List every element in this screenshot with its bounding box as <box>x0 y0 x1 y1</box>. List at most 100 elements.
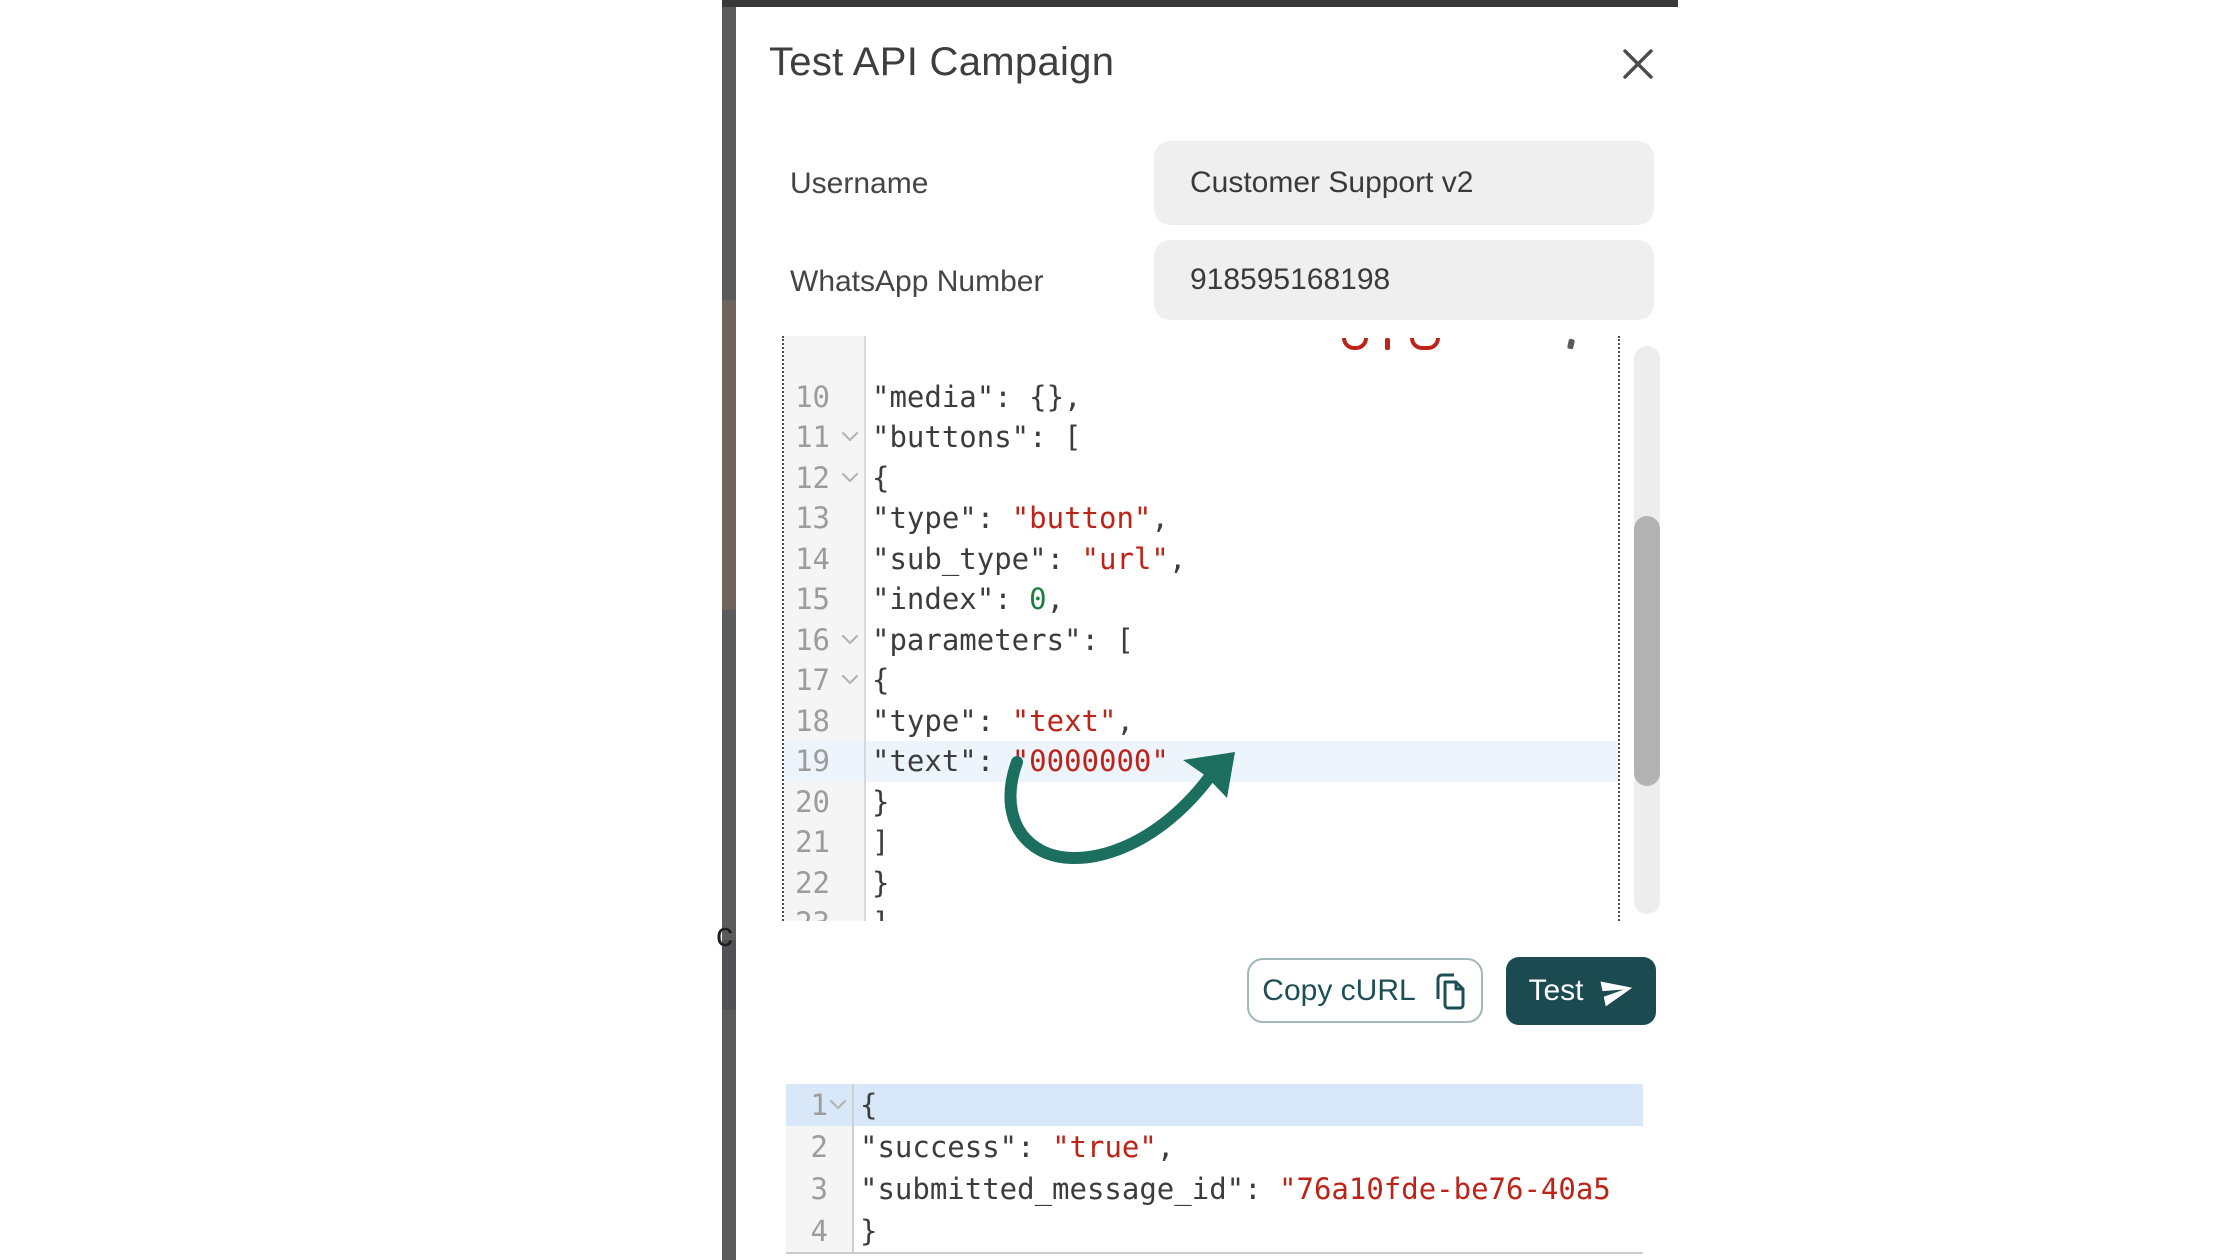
editor-right-border <box>1618 336 1620 921</box>
request-json-editor[interactable]: 10 "media": {}, 11 "buttons": [12 {13 "ty… <box>782 336 1668 921</box>
fold-chevron-icon[interactable] <box>840 472 860 484</box>
line-gutter: 20 <box>784 781 864 822</box>
code-text: "text": "0000000" <box>864 741 1618 782</box>
fold-chevron-icon[interactable] <box>840 634 860 646</box>
comma-mark <box>1567 338 1575 350</box>
clipped-code-fragments <box>864 336 1618 377</box>
line-number: 18 <box>795 703 830 738</box>
whatsapp-number-input[interactable] <box>1154 240 1654 320</box>
copy-curl-button[interactable]: Copy cURL <box>1247 958 1483 1023</box>
code-line: 18 "type": "text", <box>784 700 1618 741</box>
line-number: 14 <box>795 541 830 576</box>
line-gutter <box>784 336 864 377</box>
line-number: 13 <box>795 501 830 536</box>
code-text: { <box>852 1084 1643 1126</box>
gutter-divider <box>852 1084 854 1252</box>
scrollbar-thumb[interactable] <box>1634 516 1660 786</box>
screen: c Test API Campaign Username WhatsApp Nu… <box>0 0 2240 1260</box>
window-edge-segment <box>722 300 736 610</box>
code-line: 15 "index": 0, <box>784 579 1618 620</box>
code-text: "type": "button", <box>872 501 1169 536</box>
line-number: 22 <box>795 865 830 900</box>
code-text: } <box>872 784 890 819</box>
username-label: Username <box>790 167 929 200</box>
test-button[interactable]: Test <box>1506 957 1656 1025</box>
code-text: ] <box>872 825 890 860</box>
line-number: 11 <box>795 420 830 455</box>
line-number: 17 <box>795 663 830 698</box>
code-text: "sub_type": "url", <box>872 541 1187 576</box>
line-number: 15 <box>795 582 830 617</box>
line-gutter: 10 <box>784 376 864 417</box>
line-number: 19 <box>795 744 830 779</box>
line-number: 12 <box>795 460 830 495</box>
line-gutter: 13 <box>784 498 864 539</box>
line-number: 23 <box>795 906 830 921</box>
send-icon <box>1600 981 1632 1007</box>
red-descender-mark <box>1342 338 1368 350</box>
window-top-edge-bar <box>722 0 1678 7</box>
code-line: 4} <box>786 1210 1643 1252</box>
gutter-divider <box>864 336 866 921</box>
clipped-code-line <box>784 336 1618 377</box>
code-line: 1{ <box>786 1084 1643 1126</box>
line-gutter: 21 <box>784 822 864 863</box>
copy-curl-label: Copy cURL <box>1262 973 1416 1007</box>
line-gutter: 3 <box>786 1168 852 1210</box>
red-descender-mark <box>1410 338 1440 350</box>
close-button[interactable] <box>1612 38 1664 90</box>
code-text: } <box>872 865 890 900</box>
code-line: 13 "type": "button", <box>784 498 1618 539</box>
line-number: 3 <box>810 1172 828 1206</box>
fold-chevron-icon[interactable] <box>828 1099 848 1111</box>
line-number: 2 <box>810 1130 828 1164</box>
line-gutter: 2 <box>786 1126 852 1168</box>
response-code-rows: 1{2 "success": "true", 3 "submitted_messa… <box>786 1084 1643 1252</box>
code-line: 20 } <box>784 781 1618 822</box>
code-line: 17 { <box>784 660 1618 701</box>
response-json-viewer: 1{2 "success": "true", 3 "submitted_messa… <box>786 1084 1643 1254</box>
code-text: { <box>872 663 890 698</box>
modal-title: Test API Campaign <box>769 40 1115 84</box>
line-gutter: 12 <box>784 457 864 498</box>
line-gutter: 23 <box>784 903 864 921</box>
code-line: 2 "success": "true", <box>786 1126 1643 1168</box>
line-gutter: 14 <box>784 538 864 579</box>
copy-icon <box>1436 973 1465 1009</box>
code-line: 3 "submitted_message_id": "76a10fde-be76… <box>786 1168 1643 1210</box>
line-gutter: 19 <box>784 741 864 782</box>
line-gutter: 18 <box>784 700 864 741</box>
background-stray-letter: c <box>716 916 733 954</box>
line-gutter: 15 <box>784 579 864 620</box>
code-line: 22 } <box>784 862 1618 903</box>
fold-chevron-icon[interactable] <box>840 674 860 686</box>
line-number: 20 <box>795 784 830 819</box>
code-line: 10 "media": {}, <box>784 376 1618 417</box>
line-gutter: 1 <box>786 1084 852 1126</box>
code-text: "type": "text", <box>872 703 1134 738</box>
code-text: { <box>872 460 890 495</box>
line-gutter: 16 <box>784 619 864 660</box>
code-line: 11 "buttons": [ <box>784 417 1618 458</box>
code-text: "submitted_message_id": "76a10fde-be76-4… <box>860 1172 1611 1206</box>
username-input[interactable] <box>1154 141 1654 225</box>
line-number: 21 <box>795 825 830 860</box>
code-text: "buttons": [ <box>872 420 1082 455</box>
line-number: 10 <box>795 379 830 414</box>
code-line: 12 { <box>784 457 1618 498</box>
line-number: 4 <box>810 1214 828 1248</box>
code-text: "media": {}, <box>872 379 1082 414</box>
line-gutter: 17 <box>784 660 864 701</box>
code-text: ], <box>864 903 1618 921</box>
line-number: 16 <box>795 622 830 657</box>
code-text: "success": "true", <box>860 1130 1175 1164</box>
red-descender-mark <box>1385 338 1390 350</box>
code-line: 19 "text": "0000000" <box>784 741 1618 782</box>
code-line: 23 ], <box>784 903 1618 921</box>
line-number: 1 <box>810 1088 828 1122</box>
fold-chevron-icon[interactable] <box>840 431 860 443</box>
line-gutter: 11 <box>784 417 864 458</box>
code-text: } <box>860 1214 878 1248</box>
line-gutter: 4 <box>786 1210 852 1252</box>
code-line: 14 "sub_type": "url", <box>784 538 1618 579</box>
